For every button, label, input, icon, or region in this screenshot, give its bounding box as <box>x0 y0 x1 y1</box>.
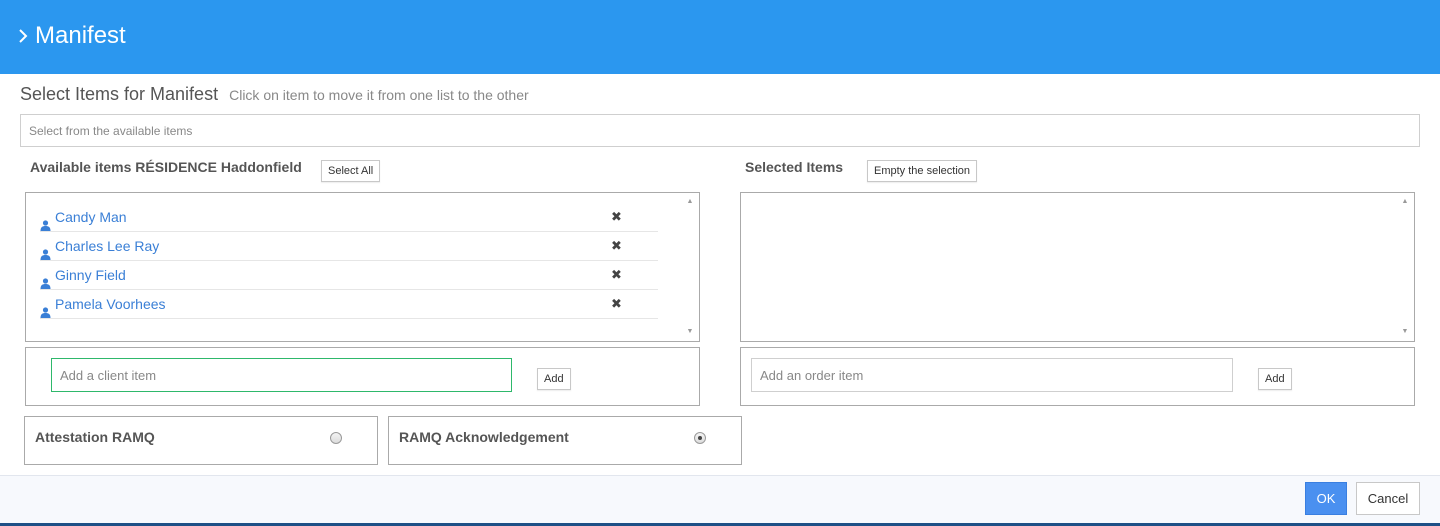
section-heading: Select Items for Manifest Click on item … <box>20 84 529 105</box>
list-item-name: Charles Lee Ray <box>55 238 160 254</box>
dialog-footer: OK Cancel <box>0 475 1440 526</box>
add-client-item-input[interactable] <box>51 358 512 392</box>
option-label: RAMQ Acknowledgement <box>399 429 569 445</box>
list-item-name: Ginny Field <box>55 267 126 283</box>
user-icon <box>40 212 51 231</box>
remove-icon[interactable]: ✖ <box>611 232 622 260</box>
scroll-up-icon[interactable]: ▲ <box>1401 198 1409 206</box>
list-item[interactable]: Charles Lee Ray ✖ <box>40 232 658 261</box>
user-icon <box>40 270 51 289</box>
add-order-item-panel: Add <box>740 347 1415 406</box>
cancel-button[interactable]: Cancel <box>1356 482 1420 515</box>
chevron-right-icon[interactable] <box>18 26 28 48</box>
remove-icon[interactable]: ✖ <box>611 203 622 231</box>
list-item-name: Pamela Voorhees <box>55 296 166 312</box>
dialog-title: Manifest <box>35 22 126 49</box>
add-client-item-button[interactable]: Add <box>537 368 571 390</box>
option-label: Attestation RAMQ <box>35 429 155 445</box>
section-title: Select Items for Manifest <box>20 84 219 104</box>
select-all-button[interactable]: Select All <box>321 160 381 182</box>
remove-icon[interactable]: ✖ <box>611 261 622 289</box>
list-item-name: Candy Man <box>55 209 127 225</box>
selected-items-list[interactable]: ▲ ▼ <box>740 192 1415 342</box>
option-ramq-acknowledgement[interactable]: RAMQ Acknowledgement <box>388 416 742 465</box>
user-icon <box>40 299 51 318</box>
user-icon <box>40 241 51 260</box>
list-item[interactable]: Candy Man ✖ <box>40 203 658 232</box>
scroll-down-icon[interactable]: ▼ <box>1401 328 1409 336</box>
scroll-down-icon[interactable]: ▼ <box>686 328 694 336</box>
available-items-label: Available items RÉSIDENCE Haddonfield <box>30 159 302 175</box>
add-client-item-panel: Add <box>25 347 700 406</box>
list-item[interactable]: Ginny Field ✖ <box>40 261 658 290</box>
add-order-item-button[interactable]: Add <box>1258 368 1292 390</box>
radio-button[interactable] <box>330 432 342 444</box>
remove-icon[interactable]: ✖ <box>611 290 622 318</box>
empty-selection-button[interactable]: Empty the selection <box>867 160 977 182</box>
scroll-up-icon[interactable]: ▲ <box>686 198 694 206</box>
list-item[interactable]: Pamela Voorhees ✖ <box>40 290 658 319</box>
available-items-list[interactable]: ▲ ▼ Candy Man ✖ Charles Lee Ray ✖ Ginny Fiel… <box>25 192 700 342</box>
selected-items-label: Selected Items <box>745 159 844 175</box>
ok-button[interactable]: OK <box>1305 482 1347 515</box>
available-items-search-input[interactable] <box>20 114 1420 147</box>
dialog-header: Manifest <box>0 0 1440 74</box>
option-attestation-ramq[interactable]: Attestation RAMQ <box>24 416 378 465</box>
radio-button[interactable] <box>694 432 706 444</box>
add-order-item-input[interactable] <box>751 358 1233 392</box>
section-hint: Click on item to move it from one list t… <box>229 87 529 103</box>
